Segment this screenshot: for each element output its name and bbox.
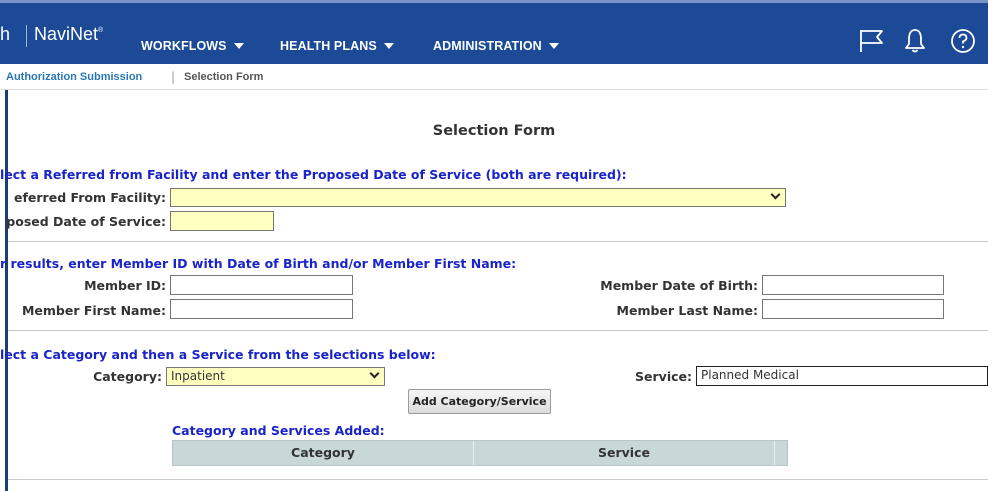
brand-name: NaviNet xyxy=(34,24,99,44)
breadcrumb-current: Selection Form xyxy=(184,71,264,83)
category-label: Category: xyxy=(93,369,162,384)
page-title: Selection Form xyxy=(432,123,556,139)
section-member-heading: r results, enter Member ID with Date of … xyxy=(0,256,517,271)
top-nav-bar: h NaviNet® WORKFLOWS HEALTH PLANS ADMINI… xyxy=(0,0,988,64)
member-dob-input[interactable] xyxy=(762,275,944,295)
breadcrumb-separator: | xyxy=(171,70,176,84)
member-last-name-label: Member Last Name: xyxy=(616,303,758,318)
help-icon[interactable] xyxy=(950,28,976,54)
service-label: Service: xyxy=(635,369,692,384)
nav-administration[interactable]: ADMINISTRATION xyxy=(433,39,559,53)
category-select[interactable]: Inpatient xyxy=(166,367,385,386)
member-last-name-input[interactable] xyxy=(762,299,944,319)
add-category-service-button[interactable]: Add Category/Service xyxy=(408,389,551,414)
category-select-value: Inpatient xyxy=(171,369,225,383)
nav-health-plans[interactable]: HEALTH PLANS xyxy=(280,39,394,53)
brand-partial-text: h xyxy=(0,24,11,44)
column-header-service: Service xyxy=(598,445,650,460)
facility-label: eferred From Facility: xyxy=(14,190,166,205)
navinet-logo[interactable]: NaviNet® xyxy=(34,24,103,45)
chevron-down-icon xyxy=(770,189,781,200)
flag-icon[interactable] xyxy=(858,28,886,54)
bell-icon[interactable] xyxy=(903,28,927,54)
member-id-input[interactable] xyxy=(170,275,353,295)
brand-divider xyxy=(26,25,27,47)
column-header-category: Category xyxy=(291,445,355,460)
section-facility-heading: lect a Referred from Facility and enter … xyxy=(0,167,627,182)
date-of-service-label: posed Date of Service: xyxy=(6,214,166,229)
section-divider xyxy=(8,479,988,480)
chevron-down-icon xyxy=(369,368,380,379)
added-services-table-header: Category Service xyxy=(172,440,788,466)
caret-down-icon xyxy=(233,43,244,49)
brand-mark: ® xyxy=(98,27,104,34)
service-select[interactable]: Planned Medical xyxy=(696,366,988,386)
facility-select[interactable] xyxy=(170,188,786,207)
date-of-service-input[interactable] xyxy=(170,211,274,231)
section-category-heading: lect a Category and then a Service from … xyxy=(0,347,436,362)
member-first-name-label: Member First Name: xyxy=(21,303,166,318)
nav-health-plans-label: HEALTH PLANS xyxy=(280,39,377,53)
column-separator xyxy=(774,441,775,465)
section-divider xyxy=(8,330,988,331)
nav-workflows-label: WORKFLOWS xyxy=(141,39,227,53)
breadcrumb-link-authorization[interactable]: Authorization Submission xyxy=(6,71,142,83)
caret-down-icon xyxy=(383,43,394,49)
category-services-added-heading: Category and Services Added: xyxy=(172,423,385,438)
section-divider xyxy=(8,241,988,242)
member-dob-label: Member Date of Birth: xyxy=(600,278,758,293)
nav-workflows[interactable]: WORKFLOWS xyxy=(141,39,244,53)
breadcrumb: Authorization Submission | Selection For… xyxy=(0,64,988,90)
nav-administration-label: ADMINISTRATION xyxy=(433,39,542,53)
member-first-name-input[interactable] xyxy=(170,299,353,319)
caret-down-icon xyxy=(548,43,559,49)
member-id-label: Member ID: xyxy=(84,278,166,293)
